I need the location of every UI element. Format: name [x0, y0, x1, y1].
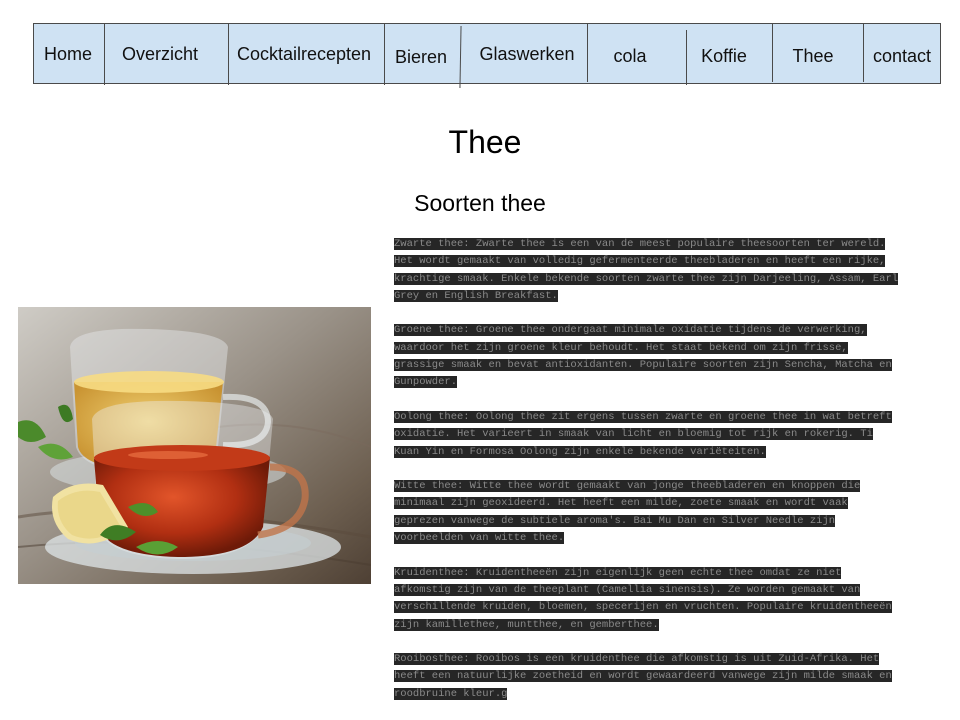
nav-divider [772, 24, 773, 82]
nav-divider [384, 24, 385, 85]
nav-item-koffie[interactable]: Koffie [692, 26, 756, 87]
section-title: Soorten thee [414, 190, 546, 216]
nav-divider [686, 30, 687, 85]
paragraph-witte-thee: Witte thee: Witte thee wordt gemaakt van… [394, 480, 861, 545]
nav-item-home[interactable]: Home [36, 24, 100, 85]
nav-item-thee[interactable]: Thee [779, 26, 847, 87]
tea-photo [18, 307, 371, 584]
paragraph-rooibosthee: Rooibosthee: Rooibos is een kruidenthee … [394, 653, 892, 700]
paragraph-kruidenthee: Kruidenthee: Kruidentheeën zijn eigenlij… [394, 566, 892, 631]
paragraph-groene-thee: Groene thee: Groene thee ondergaat minim… [394, 324, 892, 389]
paragraph-oolong-thee: Oolong thee: Oolong thee zit ergens tuss… [394, 410, 892, 458]
paragraph-zwarte-thee: Zwarte thee: Zwarte thee is een van de m… [394, 238, 899, 302]
nav-item-contact[interactable]: contact [867, 26, 937, 87]
nav-item-cocktailrecepten[interactable]: Cocktailrecepten [231, 24, 377, 85]
nav-item-glaswerken[interactable]: Glaswerken [472, 24, 582, 85]
page-title: Thee [448, 124, 522, 160]
nav-divider [863, 24, 864, 82]
nav-item-cola[interactable]: cola [600, 26, 660, 87]
nav-divider [104, 24, 105, 85]
nav-divider [228, 24, 229, 85]
nav-divider [587, 24, 588, 82]
tea-types-text: Zwarte thee: Zwarte thee is een van de m… [394, 236, 900, 720]
nav-item-overzicht[interactable]: Overzicht [110, 24, 210, 85]
nav-divider [459, 25, 462, 89]
nav-item-bieren[interactable]: Bieren [389, 27, 453, 88]
main-navigation: Home Overzicht Cocktailrecepten Bieren G… [33, 23, 941, 89]
